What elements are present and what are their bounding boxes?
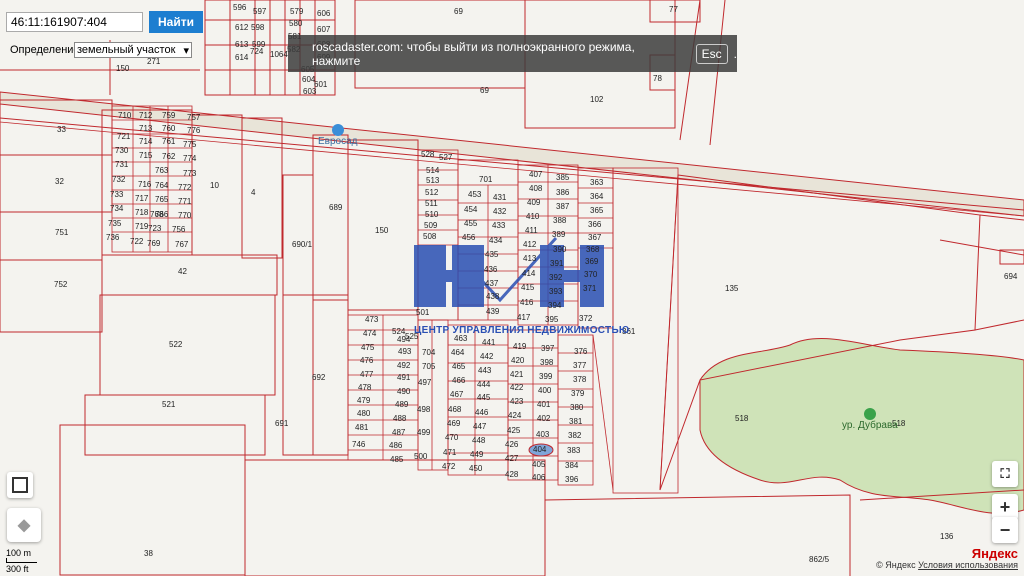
selected-parcel-highlight [528,443,554,457]
poi-dubrava-label: ур. Дубрава [842,420,898,431]
definition-selected-value: земельный участок [77,44,176,56]
scale-imperial: 300 ft [6,564,29,574]
poi-evrosad[interactable]: Евросад [318,124,358,147]
poi-dubrava[interactable]: ур. Дубрава [842,408,898,431]
poi-marker-icon [331,124,344,136]
layers-button[interactable] [7,472,33,498]
chevron-down-icon: ▾ [183,44,189,57]
stack-icon: ◆ [17,517,31,534]
scale-metric: 100 m [6,548,32,558]
poi-evrosad-label: Евросад [318,136,358,147]
definition-label: Определение: [10,44,83,56]
fullscreen-icon: ⛶ [1000,466,1010,481]
attribution: © Яндекс Условия использования [876,560,1018,570]
layers-icon [12,477,28,493]
fullscreen-notice-text: roscadaster.com: чтобы выйти из полноэкр… [312,39,635,68]
map-scale: 100 m 300 ft [6,548,37,574]
copyright-text: © Яндекс [876,560,916,570]
yandex-logo: Яндекс [971,546,1018,561]
terms-link[interactable]: Условия использования [918,560,1018,570]
search-button[interactable]: Найти [149,11,203,33]
cadastral-search-input[interactable] [6,12,143,32]
definition-select[interactable]: земельный участок ▾ [74,42,192,58]
fullscreen-notice: roscadaster.com: чтобы выйти из полноэкр… [288,35,737,72]
scale-bar [6,558,37,563]
watermark-caption: ЦЕНТР УПРАВЛЕНИЯ НЕДВИЖИМОСТЬЮ [414,325,630,336]
fullscreen-notice-suffix: . [733,46,737,61]
park-icon [863,408,876,420]
esc-key-hint: Esc [695,43,728,64]
zoom-out-button[interactable]: − [992,517,1018,543]
fullscreen-button[interactable]: ⛶ [992,461,1018,487]
cadastral-map[interactable] [0,0,1024,576]
map-types-button[interactable]: ◆ [7,508,41,542]
